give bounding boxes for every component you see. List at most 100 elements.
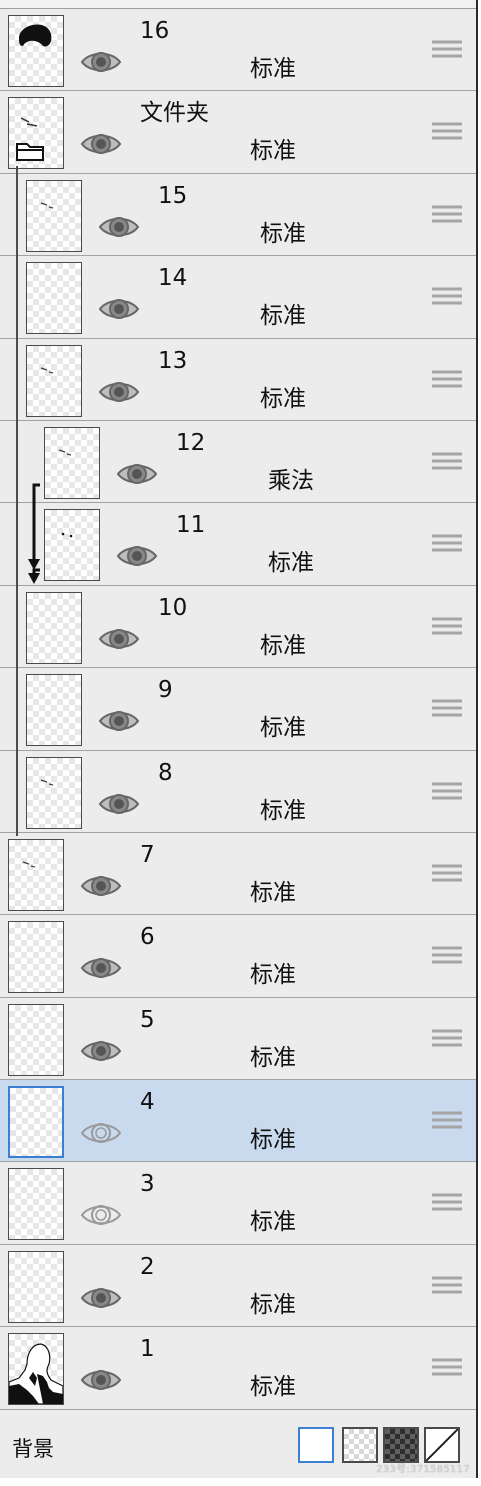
drag-handle-icon[interactable] bbox=[432, 781, 462, 801]
folder-thumbnail[interactable] bbox=[8, 97, 64, 170]
watermark-text: 233号:371585117 bbox=[376, 1464, 470, 1475]
background-label: 背景 bbox=[12, 1437, 54, 1461]
layer-thumbnail[interactable] bbox=[8, 921, 64, 994]
blend-mode-label[interactable]: 标准 bbox=[250, 1126, 296, 1154]
drag-handle-icon[interactable] bbox=[432, 945, 462, 965]
background-checker-swatch[interactable] bbox=[342, 1427, 378, 1463]
eye-icon[interactable] bbox=[116, 541, 158, 571]
layer-thumbnail[interactable] bbox=[26, 344, 82, 417]
eye-icon[interactable] bbox=[80, 129, 122, 159]
eye-icon[interactable] bbox=[98, 706, 140, 736]
layer-thumbnail[interactable] bbox=[26, 179, 82, 252]
drag-handle-icon[interactable] bbox=[432, 39, 462, 59]
blend-mode-label[interactable]: 标准 bbox=[260, 302, 306, 330]
blend-mode-label[interactable]: 乘法 bbox=[268, 467, 314, 495]
drag-handle-icon[interactable] bbox=[432, 121, 462, 141]
layer-thumbnail[interactable] bbox=[8, 838, 64, 911]
eye-icon[interactable] bbox=[80, 871, 122, 901]
layers-panel: 16 标准 文件夹 标准 15 标准 14 标准 13 标准 12 乘法 11 … bbox=[0, 0, 478, 1478]
eye-icon[interactable] bbox=[116, 459, 158, 489]
layer-name: 7 bbox=[140, 841, 155, 868]
eye-icon[interactable] bbox=[98, 624, 140, 654]
layer-row[interactable]: 1 标准 bbox=[0, 1327, 476, 1410]
layer-thumbnail[interactable] bbox=[26, 591, 82, 664]
clipping-arrow-icon bbox=[28, 483, 40, 584]
layer-thumbnail[interactable] bbox=[26, 756, 82, 829]
eye-icon[interactable] bbox=[80, 1200, 122, 1230]
blend-mode-label[interactable]: 标准 bbox=[250, 137, 296, 165]
eye-icon[interactable] bbox=[80, 1283, 122, 1313]
layer-thumbnail[interactable] bbox=[8, 1003, 64, 1076]
blend-mode-label[interactable]: 标准 bbox=[260, 632, 306, 660]
eye-icon[interactable] bbox=[80, 1036, 122, 1066]
eye-icon[interactable] bbox=[80, 1365, 122, 1395]
background-none-swatch[interactable] bbox=[424, 1427, 460, 1463]
layer-row[interactable]: 3 标准 bbox=[0, 1162, 476, 1245]
layer-row[interactable]: 14 标准 bbox=[0, 256, 476, 339]
blend-mode-label[interactable]: 标准 bbox=[260, 797, 306, 825]
eye-icon[interactable] bbox=[98, 377, 140, 407]
drag-handle-icon[interactable] bbox=[432, 1192, 462, 1212]
eye-icon[interactable] bbox=[98, 294, 140, 324]
blend-mode-label[interactable]: 标准 bbox=[250, 879, 296, 907]
blend-mode-label[interactable]: 标准 bbox=[260, 385, 306, 413]
layer-row[interactable]: 15 标准 bbox=[0, 173, 476, 257]
eye-icon[interactable] bbox=[98, 789, 140, 819]
layer-name: 1 bbox=[140, 1336, 155, 1363]
layer-row[interactable]: 12 乘法 bbox=[0, 420, 476, 504]
layer-name: 6 bbox=[140, 924, 155, 951]
blend-mode-label[interactable]: 标准 bbox=[250, 1044, 296, 1072]
blend-mode-label[interactable]: 标准 bbox=[268, 549, 314, 577]
background-bar: 背景 233号:371585117 bbox=[0, 1415, 476, 1478]
drag-handle-icon[interactable] bbox=[432, 286, 462, 306]
layer-name: 10 bbox=[158, 594, 188, 621]
layer-thumbnail[interactable] bbox=[26, 262, 82, 335]
layer-thumbnail[interactable] bbox=[44, 426, 100, 499]
drag-handle-icon[interactable] bbox=[432, 451, 462, 471]
blend-mode-label[interactable]: 标准 bbox=[250, 1291, 296, 1319]
layer-thumbnail[interactable] bbox=[8, 1333, 64, 1406]
layer-row[interactable]: 4 标准 bbox=[0, 1080, 476, 1163]
layer-row[interactable]: 5 标准 bbox=[0, 997, 476, 1081]
layer-row[interactable]: 13 标准 bbox=[0, 338, 476, 421]
layer-row[interactable]: 8 标准 bbox=[0, 750, 476, 833]
drag-handle-icon[interactable] bbox=[432, 1110, 462, 1130]
eye-icon[interactable] bbox=[98, 212, 140, 242]
layer-row[interactable]: 9 标准 bbox=[0, 668, 476, 751]
layer-thumbnail[interactable] bbox=[26, 674, 82, 747]
drag-handle-icon[interactable] bbox=[432, 1028, 462, 1048]
blend-mode-label[interactable]: 标准 bbox=[250, 961, 296, 989]
layer-row[interactable]: 10 标准 bbox=[0, 585, 476, 669]
blend-mode-label[interactable]: 标准 bbox=[250, 1373, 296, 1401]
drag-handle-icon[interactable] bbox=[432, 533, 462, 553]
layer-name: 12 bbox=[176, 429, 206, 456]
drag-handle-icon[interactable] bbox=[432, 369, 462, 389]
eye-icon[interactable] bbox=[80, 1118, 122, 1148]
blend-mode-label[interactable]: 标准 bbox=[260, 714, 306, 742]
layer-thumbnail[interactable] bbox=[8, 1086, 64, 1159]
layer-thumbnail[interactable] bbox=[8, 1250, 64, 1323]
blend-mode-label[interactable]: 标准 bbox=[250, 55, 296, 83]
layer-row[interactable]: 16 标准 bbox=[0, 9, 476, 92]
drag-handle-icon[interactable] bbox=[432, 1357, 462, 1377]
drag-handle-icon[interactable] bbox=[432, 863, 462, 883]
blend-mode-label[interactable]: 标准 bbox=[250, 1208, 296, 1236]
drag-handle-icon[interactable] bbox=[432, 1275, 462, 1295]
folder-tree-line bbox=[16, 166, 18, 836]
layer-row[interactable]: 11 标准 bbox=[0, 503, 476, 586]
layer-row[interactable]: 7 标准 bbox=[0, 832, 476, 916]
layer-row[interactable]: 2 标准 bbox=[0, 1244, 476, 1328]
blend-mode-label[interactable]: 标准 bbox=[260, 220, 306, 248]
background-white-swatch[interactable] bbox=[298, 1427, 334, 1463]
layer-thumbnail[interactable] bbox=[8, 1168, 64, 1241]
eye-icon[interactable] bbox=[80, 47, 122, 77]
drag-handle-icon[interactable] bbox=[432, 698, 462, 718]
background-dark-checker-swatch[interactable] bbox=[383, 1427, 419, 1463]
eye-icon[interactable] bbox=[80, 953, 122, 983]
layer-thumbnail[interactable] bbox=[8, 15, 64, 87]
drag-handle-icon[interactable] bbox=[432, 204, 462, 224]
layer-thumbnail[interactable] bbox=[44, 509, 100, 582]
layer-row[interactable]: 6 标准 bbox=[0, 915, 476, 998]
drag-handle-icon[interactable] bbox=[432, 616, 462, 636]
folder-row[interactable]: 文件夹 标准 bbox=[0, 91, 476, 174]
